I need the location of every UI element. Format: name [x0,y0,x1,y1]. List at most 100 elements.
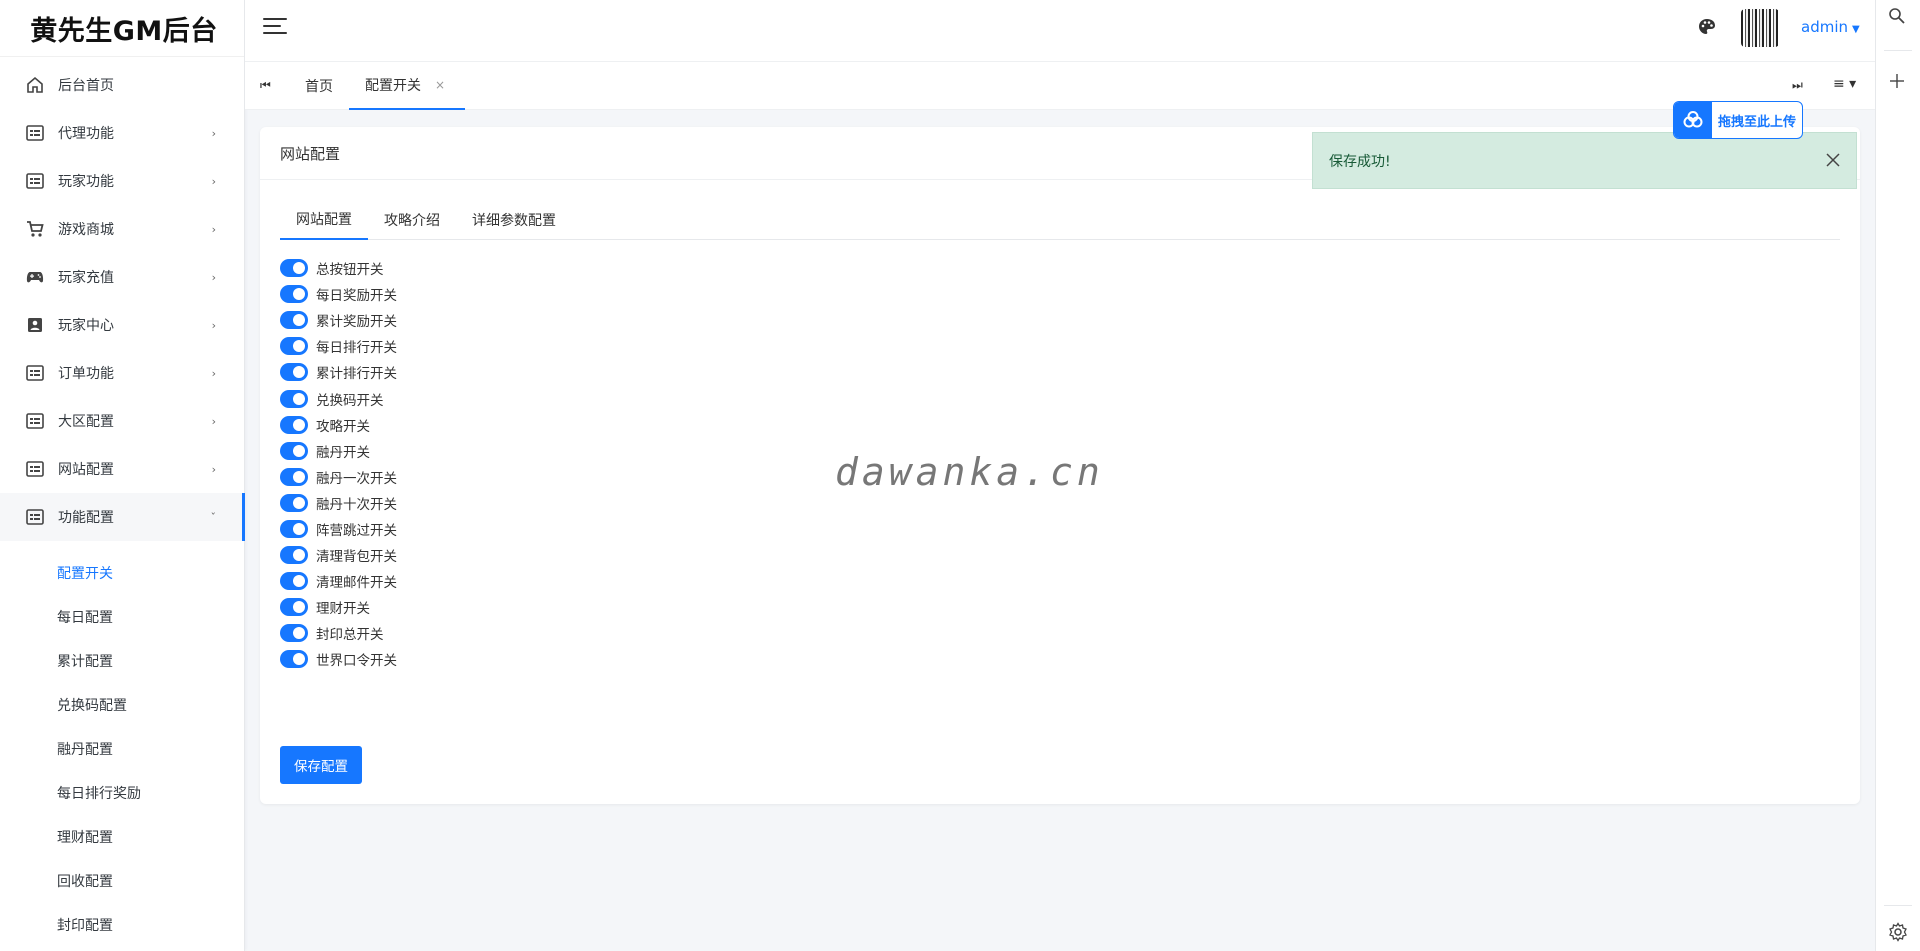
switch-row: 融丹十次开关 [280,490,397,516]
sidebar-item-orders[interactable]: 订单功能 › [0,349,244,397]
sidebar-item-player-center[interactable]: 玩家中心 › [0,301,244,349]
switch-label: 累计奖励开关 [316,314,397,331]
success-toast: 保存成功! [1312,132,1857,189]
save-config-button[interactable]: 保存配置 [280,746,362,784]
tab-switch-config[interactable]: 配置开关 × [349,62,466,110]
gear-icon[interactable] [1888,922,1908,942]
switch-label: 融丹十次开关 [316,496,397,513]
chevron-right-icon: › [211,318,216,332]
tab-home[interactable]: 首页 [305,62,333,110]
switch-row: 理财开关 [280,594,397,620]
tabs-scroll-last-icon[interactable]: ⏭ [1792,78,1803,93]
switch-label: 总按钮开关 [316,262,384,279]
sidebar-item-label: 网站配置 [58,462,114,478]
sidebar-subitem-switch-config[interactable]: 配置开关 [0,551,244,595]
rail-divider [1884,50,1912,51]
tab-site-config[interactable]: 网站配置 [280,199,368,240]
sidebar-item-agent[interactable]: 代理功能 › [0,109,244,157]
switch-row: 阵营跳过开关 [280,516,397,542]
sidebar-item-label: 玩家中心 [58,318,114,334]
sidebar-item-shop[interactable]: 游戏商城 › [0,205,244,253]
sidebar-subitem-daily-rank-reward[interactable]: 每日排行奖励 [0,771,244,815]
tabs-scroll-first-icon[interactable]: ⏮ [260,78,271,93]
switch-label: 阵营跳过开关 [316,522,397,539]
tab-label: 配置开关 [365,78,421,94]
sidebar-item-recharge[interactable]: 玩家充值 › [0,253,244,301]
toggle-switch[interactable] [280,624,308,643]
sidebar-item-feature-config[interactable]: 功能配置 ˇ [0,493,245,541]
sidebar-item-label: 后台首页 [58,78,114,94]
switch-label: 攻略开关 [316,418,370,435]
switch-row: 兑换码开关 [280,385,397,411]
user-name: admin [1801,18,1848,36]
brand-title: 黄先生GM后台 [0,0,244,57]
sidebar-subitem-seal-config[interactable]: 封印配置 [0,903,244,947]
toggle-switch[interactable] [280,546,308,565]
tabs-menu-icon[interactable]: ≡ ▾ [1833,76,1856,92]
switch-label: 融丹一次开关 [316,470,397,487]
close-icon[interactable] [1824,151,1842,169]
sidebar: 黄先生GM后台 后台首页 代理功能 › 玩家功能 › 游戏商城 › 玩家充值 ›… [0,0,245,951]
tab-guide[interactable]: 攻略介绍 [384,199,440,240]
sidebar-subitem-cumulative-config[interactable]: 累计配置 [0,639,244,683]
toggle-switch[interactable] [280,441,308,460]
switch-label: 清理邮件开关 [316,575,397,592]
sidebar-subitem-fusion-config[interactable]: 融丹配置 [0,727,244,771]
switch-label: 世界口令开关 [316,653,397,670]
sidebar-subitem-finance-config[interactable]: 理财配置 [0,815,244,859]
avatar[interactable] [1741,9,1779,47]
search-icon[interactable] [1888,7,1908,27]
top-header: admin ▼ [245,0,1875,62]
toggle-switch[interactable] [280,598,308,617]
cloud-upload-icon [1674,102,1712,138]
switch-row: 封印总开关 [280,620,397,646]
list-card-icon [26,508,44,526]
plus-icon[interactable] [1888,72,1908,92]
switch-label: 融丹开关 [316,444,370,461]
sidebar-item-dashboard[interactable]: 后台首页 [0,61,244,109]
rail-divider [1884,905,1912,906]
switch-row: 融丹一次开关 [280,464,397,490]
list-card-icon [26,460,44,478]
list-card-icon [26,172,44,190]
tab-close-icon[interactable]: × [435,78,445,92]
tab-detail-params[interactable]: 详细参数配置 [472,199,556,240]
toggle-switch[interactable] [280,519,308,538]
toggle-switch[interactable] [280,467,308,486]
sidebar-item-label: 游戏商城 [58,222,114,238]
switch-row: 累计排行开关 [280,359,397,385]
chevron-right-icon: › [211,366,216,380]
watermark-text: dawanka.cn [835,450,1104,494]
toggle-switch[interactable] [280,650,308,669]
drag-upload-button[interactable]: 拖拽至此上传 [1673,101,1803,139]
menu-toggle-icon[interactable] [263,18,287,40]
toggle-switch[interactable] [280,259,308,278]
sidebar-item-player[interactable]: 玩家功能 › [0,157,244,205]
toggle-switch[interactable] [280,493,308,512]
user-menu[interactable]: admin ▼ [1801,18,1860,36]
switch-label: 封印总开关 [316,627,384,644]
toggle-switch[interactable] [280,337,308,356]
sidebar-item-region[interactable]: 大区配置 › [0,397,244,445]
sidebar-subitem-daily-config[interactable]: 每日配置 [0,595,244,639]
sidebar-item-site-config[interactable]: 网站配置 › [0,445,244,493]
toggle-switch[interactable] [280,572,308,591]
sidebar-subitem-redeem-config[interactable]: 兑换码配置 [0,683,244,727]
palette-icon[interactable] [1697,17,1717,37]
sidebar-subitem-recycle-config[interactable]: 回收配置 [0,859,244,903]
toggle-switch[interactable] [280,311,308,330]
toggle-switch[interactable] [280,415,308,434]
caret-down-icon: ▼ [1852,24,1860,35]
toggle-switch[interactable] [280,363,308,382]
switch-label: 累计排行开关 [316,366,397,383]
gamepad-icon [26,268,44,286]
sidebar-item-label: 大区配置 [58,414,114,430]
switch-row: 清理背包开关 [280,542,397,568]
sidebar-item-label: 代理功能 [58,126,114,142]
contact-card-icon [26,316,44,334]
switch-row: 每日排行开关 [280,333,397,359]
sidebar-item-label: 功能配置 [58,510,114,526]
toggle-switch[interactable] [280,389,308,408]
toggle-switch[interactable] [280,285,308,304]
chevron-right-icon: › [211,462,216,476]
